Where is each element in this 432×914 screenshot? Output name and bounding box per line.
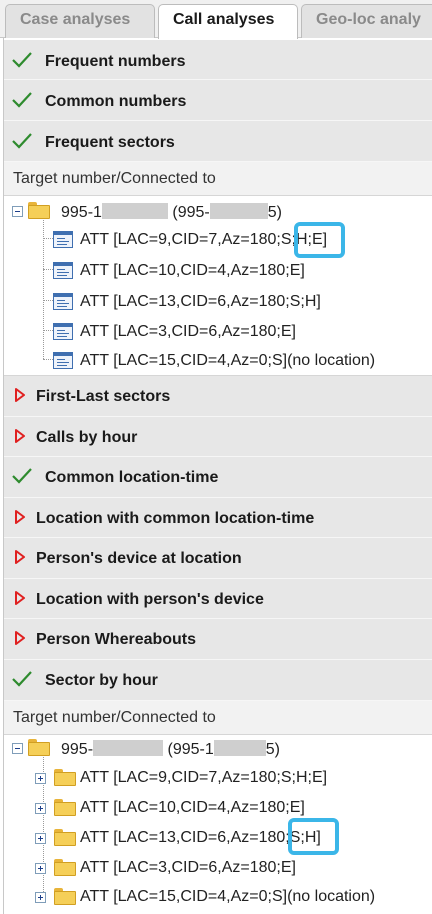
- tree-item[interactable]: ATT [LAC=3,CID=6,Az=180;E]: [4, 857, 432, 879]
- section-label: Location with common location-time: [36, 510, 315, 527]
- section-person-whereabouts[interactable]: Person Whereabouts: [4, 619, 432, 660]
- folder-icon: [54, 829, 76, 846]
- section-label: Person Whereabouts: [36, 631, 197, 648]
- tree-item-label: ATT [LAC=3,CID=6,Az=180;E]: [80, 323, 296, 340]
- section-common-numbers[interactable]: Common numbers: [4, 80, 432, 121]
- tree-root-label: 995- (995-1 5): [61, 740, 280, 758]
- tree-header: Target number/Connected to: [4, 701, 432, 735]
- highlight-callout: [288, 818, 339, 855]
- tree-item[interactable]: ATT [LAC=9,CID=7,Az=180;S;H;E]: [4, 229, 432, 251]
- collapse-icon[interactable]: [12, 206, 23, 217]
- section-label: Frequent sectors: [45, 134, 175, 151]
- tree-header-label: Target number/Connected to: [13, 709, 216, 726]
- tree-header: Target number/Connected to: [4, 162, 432, 196]
- list-window-icon: [53, 231, 73, 248]
- folder-icon: [54, 769, 76, 786]
- sector-by-hour-tree: 995- (995-1 5) ATT [LAC=9,CID=7,Az=180;S;…: [4, 735, 432, 914]
- folder-icon: [54, 859, 76, 876]
- section-first-last-sectors[interactable]: First-Last sectors: [4, 376, 432, 417]
- tree-item-label: ATT [LAC=15,CID=4,Az=0;S](no location): [80, 888, 376, 905]
- section-calls-by-hour[interactable]: Calls by hour: [4, 417, 432, 457]
- tree-root-label: 995-1 (995- 5): [61, 203, 282, 221]
- redacted-block: [213, 740, 266, 756]
- tree-item[interactable]: ATT [LAC=13,CID=6,Az=180;S;H]: [4, 291, 432, 313]
- tab-geo-loc-analyses[interactable]: Geo-loc analy: [301, 4, 432, 38]
- expand-icon[interactable]: [35, 833, 46, 844]
- expand-icon[interactable]: [35, 892, 46, 903]
- tree-item-label: ATT [LAC=13,CID=6,Az=180;S;H]: [80, 829, 321, 846]
- section-label: First-Last sectors: [36, 388, 171, 405]
- section-label: Common numbers: [45, 93, 187, 110]
- redacted-block: [209, 203, 268, 219]
- list-window-icon: [53, 293, 73, 310]
- right-arrow-icon: [15, 550, 25, 564]
- folder-icon: [54, 799, 76, 816]
- tree-item-label: ATT [LAC=9,CID=7,Az=180;S;H;E]: [80, 769, 328, 786]
- tree-root-node[interactable]: 995-1 (995- 5): [4, 201, 432, 223]
- tree-item-label: ATT [LAC=10,CID=4,Az=180;E]: [80, 262, 305, 279]
- checkmark-icon: [12, 468, 32, 484]
- tab-call-analyses[interactable]: Call analyses: [158, 4, 298, 39]
- section-frequent-numbers[interactable]: Frequent numbers: [4, 40, 432, 80]
- tree-item[interactable]: ATT [LAC=3,CID=6,Az=180;E]: [4, 321, 432, 343]
- right-arrow-icon: [15, 388, 25, 402]
- section-label: Calls by hour: [36, 429, 138, 446]
- section-persons-device-at-location[interactable]: Person's device at location: [4, 538, 432, 579]
- checkmark-icon: [12, 92, 32, 108]
- checkmark-icon: [12, 52, 32, 68]
- right-arrow-icon: [15, 510, 25, 524]
- collapse-icon[interactable]: [12, 743, 23, 754]
- redacted-block: [93, 740, 164, 756]
- checkmark-icon: [12, 133, 32, 149]
- right-arrow-icon: [15, 631, 25, 645]
- section-label: Location with person's device: [36, 591, 264, 608]
- expand-icon[interactable]: [35, 863, 46, 874]
- section-label: Person's device at location: [36, 550, 242, 567]
- right-arrow-icon: [15, 591, 25, 605]
- redacted-block: [101, 203, 168, 219]
- tree-item-label: ATT [LAC=3,CID=6,Az=180;E]: [80, 859, 296, 876]
- section-sector-by-hour[interactable]: Sector by hour: [4, 660, 432, 701]
- folder-icon: [54, 888, 76, 905]
- expand-icon[interactable]: [35, 773, 46, 784]
- section-label: Common location-time: [45, 469, 219, 486]
- folder-icon: [28, 202, 50, 219]
- section-location-with-persons-device[interactable]: Location with person's device: [4, 579, 432, 619]
- list-window-icon: [53, 323, 73, 340]
- tab-case-analyses[interactable]: Case analyses: [5, 4, 155, 38]
- folder-icon: [28, 739, 50, 756]
- tree-item[interactable]: ATT [LAC=9,CID=7,Az=180;S;H;E]: [4, 767, 432, 789]
- list-window-icon: [53, 352, 73, 369]
- checkmark-icon: [12, 671, 32, 687]
- section-label: Sector by hour: [45, 672, 158, 689]
- section-location-common-location-time[interactable]: Location with common location-time: [4, 498, 432, 538]
- right-arrow-icon: [15, 429, 25, 443]
- tree-root-node[interactable]: 995- (995-1 5): [4, 738, 432, 760]
- tree-item-label: ATT [LAC=9,CID=7,Az=180;S;H;E]: [80, 231, 328, 248]
- tree-item-label: ATT [LAC=13,CID=6,Az=180;S;H]: [80, 293, 321, 310]
- tree-item[interactable]: ATT [LAC=13,CID=6,Az=180;S;H]: [4, 827, 432, 849]
- tab-bar: Case analyses Call analyses Geo-loc anal…: [0, 0, 432, 39]
- expand-icon[interactable]: [35, 803, 46, 814]
- section-frequent-sectors[interactable]: Frequent sectors: [4, 121, 432, 162]
- tree-header-label: Target number/Connected to: [13, 170, 216, 187]
- tree-item-label: ATT [LAC=15,CID=4,Az=0;S](no location): [80, 352, 376, 369]
- tree-item-label: ATT [LAC=10,CID=4,Az=180;E]: [80, 799, 305, 816]
- tree-item[interactable]: ATT [LAC=15,CID=4,Az=0;S](no location): [4, 350, 432, 372]
- section-label: Frequent numbers: [45, 53, 186, 70]
- tree-item[interactable]: ATT [LAC=10,CID=4,Az=180;E]: [4, 797, 432, 819]
- section-common-location-time[interactable]: Common location-time: [4, 457, 432, 498]
- frequent-sectors-tree: 995-1 (995- 5) ATT [LAC=9,CID=7,Az=180;S;…: [4, 196, 432, 376]
- highlight-callout: [294, 222, 345, 258]
- tree-item[interactable]: ATT [LAC=15,CID=4,Az=0;S](no location): [4, 886, 432, 908]
- list-window-icon: [53, 262, 73, 279]
- tree-item[interactable]: ATT [LAC=10,CID=4,Az=180;E]: [4, 260, 432, 282]
